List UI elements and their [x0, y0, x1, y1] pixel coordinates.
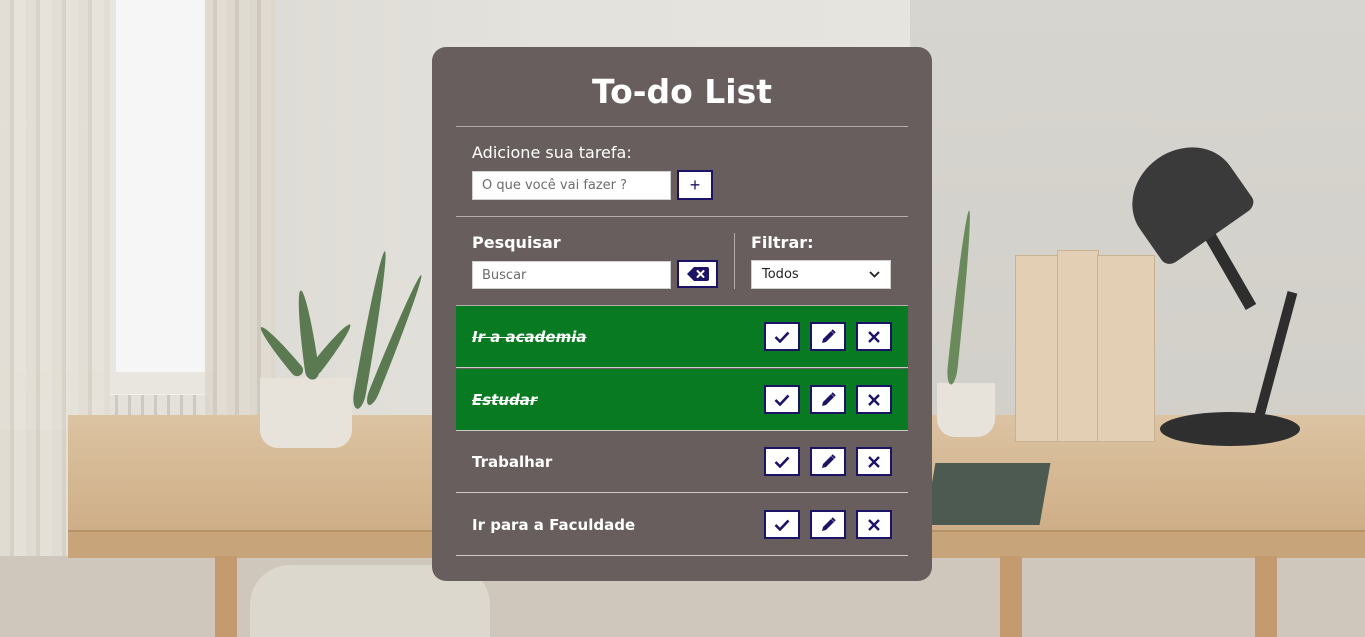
- edit-todo-button[interactable]: [810, 510, 846, 539]
- edit-todo-button[interactable]: [810, 447, 846, 476]
- todo-item: Estudar: [456, 369, 908, 431]
- todo-actions: [764, 510, 892, 539]
- finish-todo-button[interactable]: [764, 322, 800, 351]
- filter-select[interactable]: Todos: [751, 260, 891, 289]
- todo-text: Estudar: [472, 390, 538, 409]
- desk-leg: [215, 556, 237, 637]
- pencil-icon: [820, 453, 836, 470]
- search-label: Pesquisar: [472, 233, 561, 252]
- edit-todo-button[interactable]: [810, 385, 846, 414]
- divider: [456, 126, 908, 127]
- divider: [456, 216, 908, 217]
- check-icon: [774, 394, 790, 406]
- close-icon: [868, 518, 880, 531]
- filter-selected-value: Todos: [762, 267, 799, 282]
- remove-todo-button[interactable]: [856, 385, 892, 414]
- finish-todo-button[interactable]: [764, 385, 800, 414]
- chevron-down-icon: [869, 271, 880, 278]
- clear-search-button[interactable]: [677, 260, 718, 288]
- remove-todo-button[interactable]: [856, 510, 892, 539]
- search-input[interactable]: [472, 261, 671, 289]
- add-task-input[interactable]: [472, 171, 671, 200]
- check-icon: [774, 519, 790, 531]
- remove-todo-button[interactable]: [856, 447, 892, 476]
- todo-text: Trabalhar: [472, 452, 553, 471]
- remove-todo-button[interactable]: [856, 322, 892, 351]
- todo-item: Ir para a Faculdade: [456, 494, 908, 556]
- check-icon: [774, 456, 790, 468]
- page-title: To-do List: [591, 72, 773, 111]
- window-pane: [108, 0, 216, 390]
- backspace-icon: [686, 267, 709, 281]
- todo-actions: [764, 447, 892, 476]
- notebook: [924, 463, 1051, 525]
- book: [1015, 255, 1059, 442]
- plant-pot: [260, 378, 352, 448]
- todo-actions: [764, 322, 892, 351]
- vertical-separator: [734, 233, 735, 289]
- desk-leg: [1000, 556, 1022, 637]
- pencil-icon: [820, 391, 836, 408]
- pencil-icon: [820, 516, 836, 533]
- todo-actions: [764, 385, 892, 414]
- close-icon: [868, 455, 880, 468]
- filter-label: Filtrar:: [751, 233, 814, 252]
- close-icon: [868, 330, 880, 343]
- add-task-label: Adicione sua tarefa:: [472, 143, 632, 162]
- pencil-icon: [820, 328, 836, 345]
- todo-text: Ir a academia: [472, 327, 587, 346]
- close-icon: [868, 393, 880, 406]
- plant-pot: [937, 383, 995, 437]
- plus-icon: +: [689, 174, 701, 195]
- book: [1097, 255, 1155, 442]
- edit-todo-button[interactable]: [810, 322, 846, 351]
- finish-todo-button[interactable]: [764, 447, 800, 476]
- check-icon: [774, 331, 790, 343]
- todo-item: Ir a academia: [456, 306, 908, 368]
- todo-item: Trabalhar: [456, 431, 908, 493]
- finish-todo-button[interactable]: [764, 510, 800, 539]
- add-task-button[interactable]: +: [677, 170, 713, 200]
- book: [1057, 250, 1099, 442]
- todo-text: Ir para a Faculdade: [472, 515, 636, 534]
- todo-card: To-do List Adicione sua tarefa: + Pesqui…: [432, 47, 932, 581]
- desk-leg: [1255, 556, 1277, 637]
- lamp-base: [1160, 412, 1300, 446]
